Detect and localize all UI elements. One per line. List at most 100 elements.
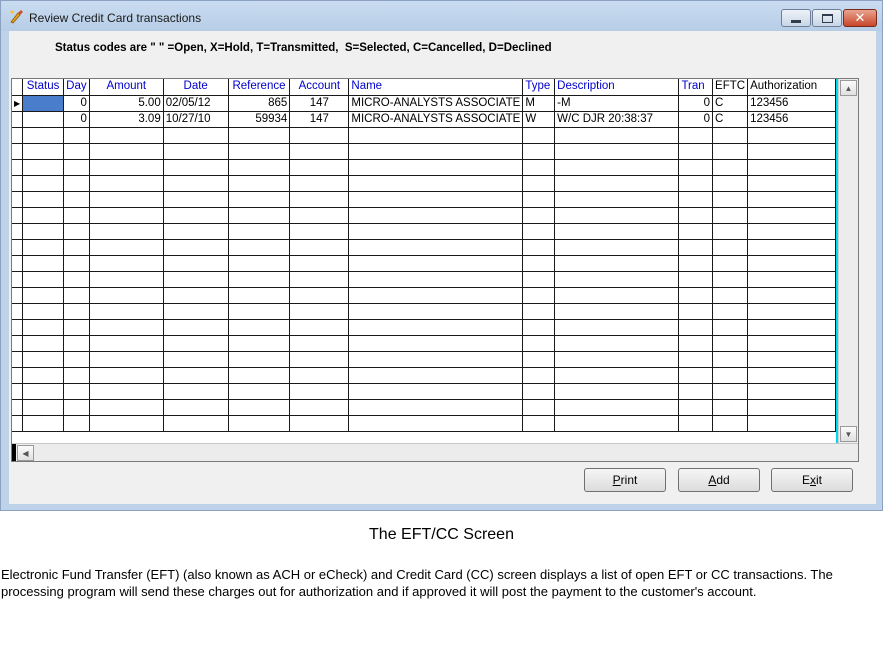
cell-eftc[interactable]: C — [712, 95, 749, 112]
cell-reference[interactable] — [228, 319, 291, 336]
cell-eftc[interactable] — [712, 335, 749, 352]
cell-eftc[interactable] — [712, 319, 749, 336]
cell-date[interactable] — [163, 159, 229, 176]
column-header-authorization[interactable]: Authorization — [747, 79, 836, 96]
table-row[interactable]: 0 3.09 10/27/10 59934 147 MICRO-ANALYSTS ASSO… — [12, 111, 836, 128]
cell-date[interactable]: 02/05/12 — [163, 95, 229, 112]
column-header-status[interactable]: Status — [22, 79, 64, 96]
scroll-down-arrow-icon[interactable]: ▼ — [840, 426, 857, 442]
cell-name[interactable] — [348, 383, 524, 400]
table-row[interactable] — [12, 335, 836, 352]
row-pointer-icon[interactable]: ▶ — [12, 95, 24, 112]
cell-status[interactable] — [22, 255, 64, 272]
cell-description[interactable]: -M — [554, 95, 680, 112]
cell-status[interactable] — [22, 335, 64, 352]
cell-description[interactable] — [554, 399, 680, 416]
cell-status[interactable] — [22, 223, 64, 240]
cell-authorization[interactable] — [747, 367, 836, 384]
row-indicator[interactable] — [12, 223, 24, 240]
cell-day[interactable] — [63, 415, 90, 432]
cell-account[interactable] — [289, 159, 350, 176]
cell-authorization[interactable] — [747, 287, 836, 304]
table-row[interactable] — [12, 415, 836, 432]
cell-description[interactable] — [554, 415, 680, 432]
cell-day[interactable] — [63, 335, 90, 352]
cell-eftc[interactable] — [712, 383, 749, 400]
cell-tran[interactable] — [678, 319, 714, 336]
cell-date[interactable] — [163, 319, 229, 336]
cell-eftc[interactable] — [712, 287, 749, 304]
cell-reference[interactable] — [228, 367, 291, 384]
cell-tran[interactable] — [678, 415, 714, 432]
cell-type[interactable] — [522, 127, 556, 144]
cell-amount[interactable] — [89, 159, 164, 176]
cell-type[interactable] — [522, 159, 556, 176]
cell-type[interactable] — [522, 255, 556, 272]
cell-name[interactable] — [348, 399, 524, 416]
table-row[interactable] — [12, 143, 836, 160]
cell-authorization[interactable] — [747, 175, 836, 192]
cell-day[interactable] — [63, 255, 90, 272]
table-row[interactable] — [12, 255, 836, 272]
cell-amount[interactable] — [89, 383, 164, 400]
row-indicator[interactable] — [12, 303, 24, 320]
cell-tran[interactable] — [678, 383, 714, 400]
row-indicator[interactable] — [12, 383, 24, 400]
cell-status[interactable] — [22, 303, 64, 320]
cell-amount[interactable] — [89, 255, 164, 272]
cell-account[interactable] — [289, 415, 350, 432]
cell-authorization[interactable] — [747, 255, 836, 272]
cell-amount[interactable] — [89, 223, 164, 240]
cell-tran[interactable] — [678, 175, 714, 192]
cell-type[interactable] — [522, 399, 556, 416]
cell-authorization[interactable] — [747, 303, 836, 320]
cell-date[interactable] — [163, 415, 229, 432]
cell-reference[interactable] — [228, 207, 291, 224]
vertical-scrollbar[interactable]: ▲ ▼ — [838, 79, 858, 443]
cell-date[interactable] — [163, 175, 229, 192]
row-indicator[interactable] — [12, 159, 24, 176]
cell-name[interactable] — [348, 287, 524, 304]
cell-account[interactable] — [289, 335, 350, 352]
cell-account[interactable] — [289, 191, 350, 208]
cell-status[interactable] — [22, 415, 64, 432]
cell-date[interactable] — [163, 143, 229, 160]
cell-tran[interactable] — [678, 399, 714, 416]
cell-name[interactable] — [348, 207, 524, 224]
cell-type[interactable] — [522, 143, 556, 160]
cell-type[interactable] — [522, 383, 556, 400]
scroll-left-arrow-icon[interactable]: ◀ — [17, 445, 34, 461]
cell-tran[interactable] — [678, 159, 714, 176]
cell-name[interactable] — [348, 239, 524, 256]
cell-tran[interactable]: 0 — [678, 111, 714, 128]
cell-tran[interactable] — [678, 143, 714, 160]
row-indicator[interactable] — [12, 415, 24, 432]
cell-description[interactable] — [554, 159, 680, 176]
row-indicator[interactable] — [12, 271, 24, 288]
cell-reference[interactable] — [228, 239, 291, 256]
cell-account[interactable] — [289, 207, 350, 224]
table-row[interactable] — [12, 207, 836, 224]
cell-description[interactable] — [554, 223, 680, 240]
cell-type[interactable] — [522, 223, 556, 240]
cell-description[interactable] — [554, 207, 680, 224]
cell-reference[interactable] — [228, 255, 291, 272]
cell-description[interactable]: W/C DJR 20:38:37 — [554, 111, 680, 128]
row-indicator[interactable] — [12, 319, 24, 336]
horizontal-scrollbar[interactable]: ◀ — [12, 443, 858, 461]
cell-tran[interactable] — [678, 335, 714, 352]
cell-amount[interactable] — [89, 239, 164, 256]
cell-day[interactable] — [63, 159, 90, 176]
cell-type[interactable] — [522, 367, 556, 384]
column-header-description[interactable]: Description — [554, 79, 680, 96]
cell-description[interactable] — [554, 383, 680, 400]
column-header-type[interactable]: Type — [522, 79, 556, 96]
cell-name[interactable] — [348, 351, 524, 368]
column-header-account[interactable]: Account — [289, 79, 350, 96]
cell-tran[interactable] — [678, 303, 714, 320]
cell-tran[interactable] — [678, 191, 714, 208]
row-indicator[interactable] — [12, 255, 24, 272]
cell-name[interactable] — [348, 175, 524, 192]
cell-tran[interactable] — [678, 223, 714, 240]
cell-description[interactable] — [554, 271, 680, 288]
